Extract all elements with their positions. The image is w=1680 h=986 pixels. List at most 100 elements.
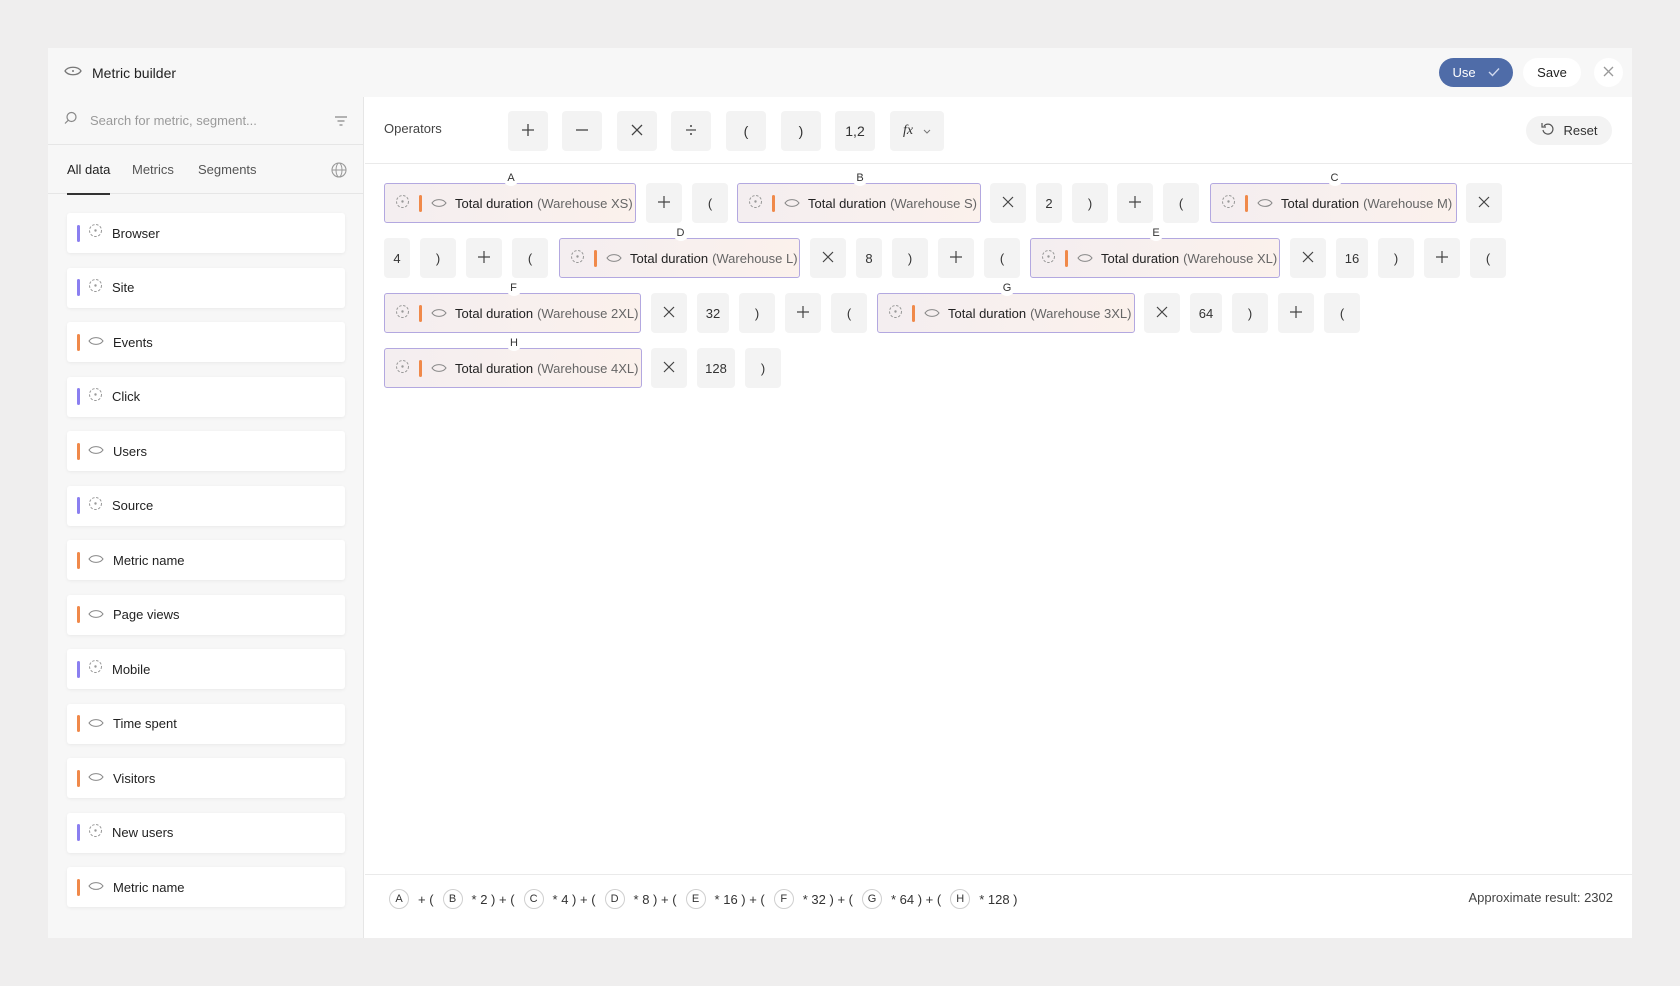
- top-bar: Metric builder Use Save: [48, 48, 1632, 97]
- number-token[interactable]: 64: [1190, 293, 1222, 333]
- list-item[interactable]: Click: [67, 376, 345, 417]
- list-item[interactable]: Events: [67, 322, 345, 362]
- segment-icon: [748, 194, 763, 212]
- number-token[interactable]: 128: [697, 348, 735, 388]
- plus-token[interactable]: [938, 238, 974, 278]
- segment-icon: [570, 249, 585, 267]
- plus-token[interactable]: [785, 293, 821, 333]
- close-button[interactable]: [1594, 58, 1623, 87]
- metric-token[interactable]: G Total duration (Warehouse 3XL): [877, 280, 1135, 333]
- number-token[interactable]: 2: [1036, 183, 1062, 223]
- formula-operator: * 2 ) + (: [471, 891, 515, 907]
- save-button[interactable]: Save: [1523, 58, 1581, 87]
- minus-operator[interactable]: [562, 111, 602, 151]
- metric-icon: [88, 715, 104, 733]
- metric-icon: [64, 64, 82, 82]
- number-operator[interactable]: 1,2: [835, 111, 875, 151]
- open-paren-token[interactable]: (: [512, 238, 548, 278]
- plus-token[interactable]: [646, 183, 682, 223]
- tab-all-data[interactable]: All data: [67, 145, 111, 195]
- divide-icon: [684, 123, 698, 140]
- list-item[interactable]: Metric name: [67, 867, 345, 907]
- multiply-token[interactable]: [1144, 293, 1180, 333]
- open-paren-token[interactable]: (: [1163, 183, 1199, 223]
- filter-icon[interactable]: [334, 114, 348, 132]
- open-paren-token[interactable]: (: [1470, 238, 1506, 278]
- approximate-result: Approximate result: 2302: [1468, 890, 1613, 905]
- plus-token[interactable]: [1117, 183, 1153, 223]
- metric-token[interactable]: B Total duration (Warehouse S): [737, 170, 981, 223]
- open-paren-token[interactable]: (: [1324, 293, 1360, 333]
- plus-token[interactable]: [1424, 238, 1460, 278]
- close-paren-token[interactable]: ): [892, 238, 928, 278]
- multiply-token[interactable]: [810, 238, 846, 278]
- metric-token[interactable]: C Total duration (Warehouse M): [1210, 170, 1457, 223]
- tab-metrics[interactable]: Metrics: [132, 145, 174, 194]
- color-bar: [594, 249, 597, 267]
- list-item[interactable]: New users: [67, 812, 345, 853]
- number-token[interactable]: 16: [1336, 238, 1368, 278]
- search-input[interactable]: [90, 113, 320, 128]
- metric-token[interactable]: D Total duration (Warehouse L): [559, 225, 800, 278]
- color-bar: [77, 497, 80, 514]
- use-button-label: Use: [1452, 65, 1476, 80]
- metric-icon: [1077, 251, 1093, 266]
- plus-token[interactable]: [466, 238, 502, 278]
- color-bar: [77, 224, 80, 242]
- multiply-token[interactable]: [651, 348, 687, 388]
- function-label: fx: [902, 123, 914, 138]
- metric-letter-badge: C: [1326, 170, 1343, 186]
- metric-token[interactable]: H Total duration (Warehouse 4XL): [384, 335, 642, 388]
- list-item[interactable]: Browser: [67, 213, 345, 253]
- open-paren-operator[interactable]: (: [726, 111, 766, 151]
- list-item[interactable]: Metric name: [67, 540, 345, 580]
- close-paren-token[interactable]: ): [420, 238, 456, 278]
- plus-token[interactable]: [1278, 293, 1314, 333]
- open-paren-token[interactable]: (: [984, 238, 1020, 278]
- reset-button[interactable]: Reset: [1526, 116, 1612, 145]
- plus-icon: [657, 195, 671, 212]
- multiply-token[interactable]: [1466, 183, 1502, 223]
- reset-label: Reset: [1563, 123, 1598, 138]
- list-item[interactable]: Users: [67, 431, 345, 471]
- tab-segments[interactable]: Segments: [198, 145, 257, 194]
- open-paren-token[interactable]: (: [831, 293, 867, 333]
- multiply-icon: [1002, 196, 1014, 211]
- list-item[interactable]: Source: [67, 485, 345, 526]
- list-item[interactable]: Time spent: [67, 703, 345, 744]
- number-token[interactable]: 8: [856, 238, 882, 278]
- number-token[interactable]: 4: [384, 238, 410, 278]
- plus-operator[interactable]: [508, 111, 548, 151]
- divide-operator[interactable]: [671, 111, 711, 151]
- formula-operator: * 4 ) + (: [552, 891, 596, 907]
- color-bar: [77, 606, 80, 623]
- metric-letter-badge: B: [852, 170, 868, 186]
- close-paren-token[interactable]: ): [1378, 238, 1414, 278]
- segment-icon: [88, 387, 103, 407]
- multiply-token[interactable]: [651, 293, 687, 333]
- close-paren-token[interactable]: ): [745, 348, 781, 388]
- metric-token[interactable]: E Total duration (Warehouse XL): [1030, 225, 1280, 278]
- function-operator[interactable]: fx: [890, 111, 944, 151]
- metric-token[interactable]: A Total duration (Warehouse XS): [384, 170, 636, 223]
- list-item[interactable]: Site: [67, 267, 345, 308]
- close-paren-token[interactable]: ): [739, 293, 775, 333]
- multiply-token[interactable]: [990, 183, 1026, 223]
- metric-token[interactable]: F Total duration (Warehouse 2XL): [384, 280, 641, 333]
- open-paren-token[interactable]: (: [692, 183, 728, 223]
- list-item[interactable]: Visitors: [67, 758, 345, 798]
- multiply-operator[interactable]: [617, 111, 657, 151]
- segment-icon: [88, 659, 103, 679]
- formula-operator: + (: [418, 891, 434, 907]
- number-token[interactable]: 32: [697, 293, 729, 333]
- close-paren-token[interactable]: ): [1232, 293, 1268, 333]
- use-button[interactable]: Use: [1439, 58, 1513, 87]
- multiply-token[interactable]: [1290, 238, 1326, 278]
- list-item[interactable]: Mobile: [67, 649, 345, 689]
- color-bar: [77, 824, 80, 841]
- close-paren-token[interactable]: ): [1072, 183, 1108, 223]
- close-paren-operator[interactable]: ): [781, 111, 821, 151]
- title-area: Metric builder: [64, 61, 176, 85]
- globe-icon[interactable]: [331, 162, 347, 183]
- list-item[interactable]: Page views: [67, 594, 345, 635]
